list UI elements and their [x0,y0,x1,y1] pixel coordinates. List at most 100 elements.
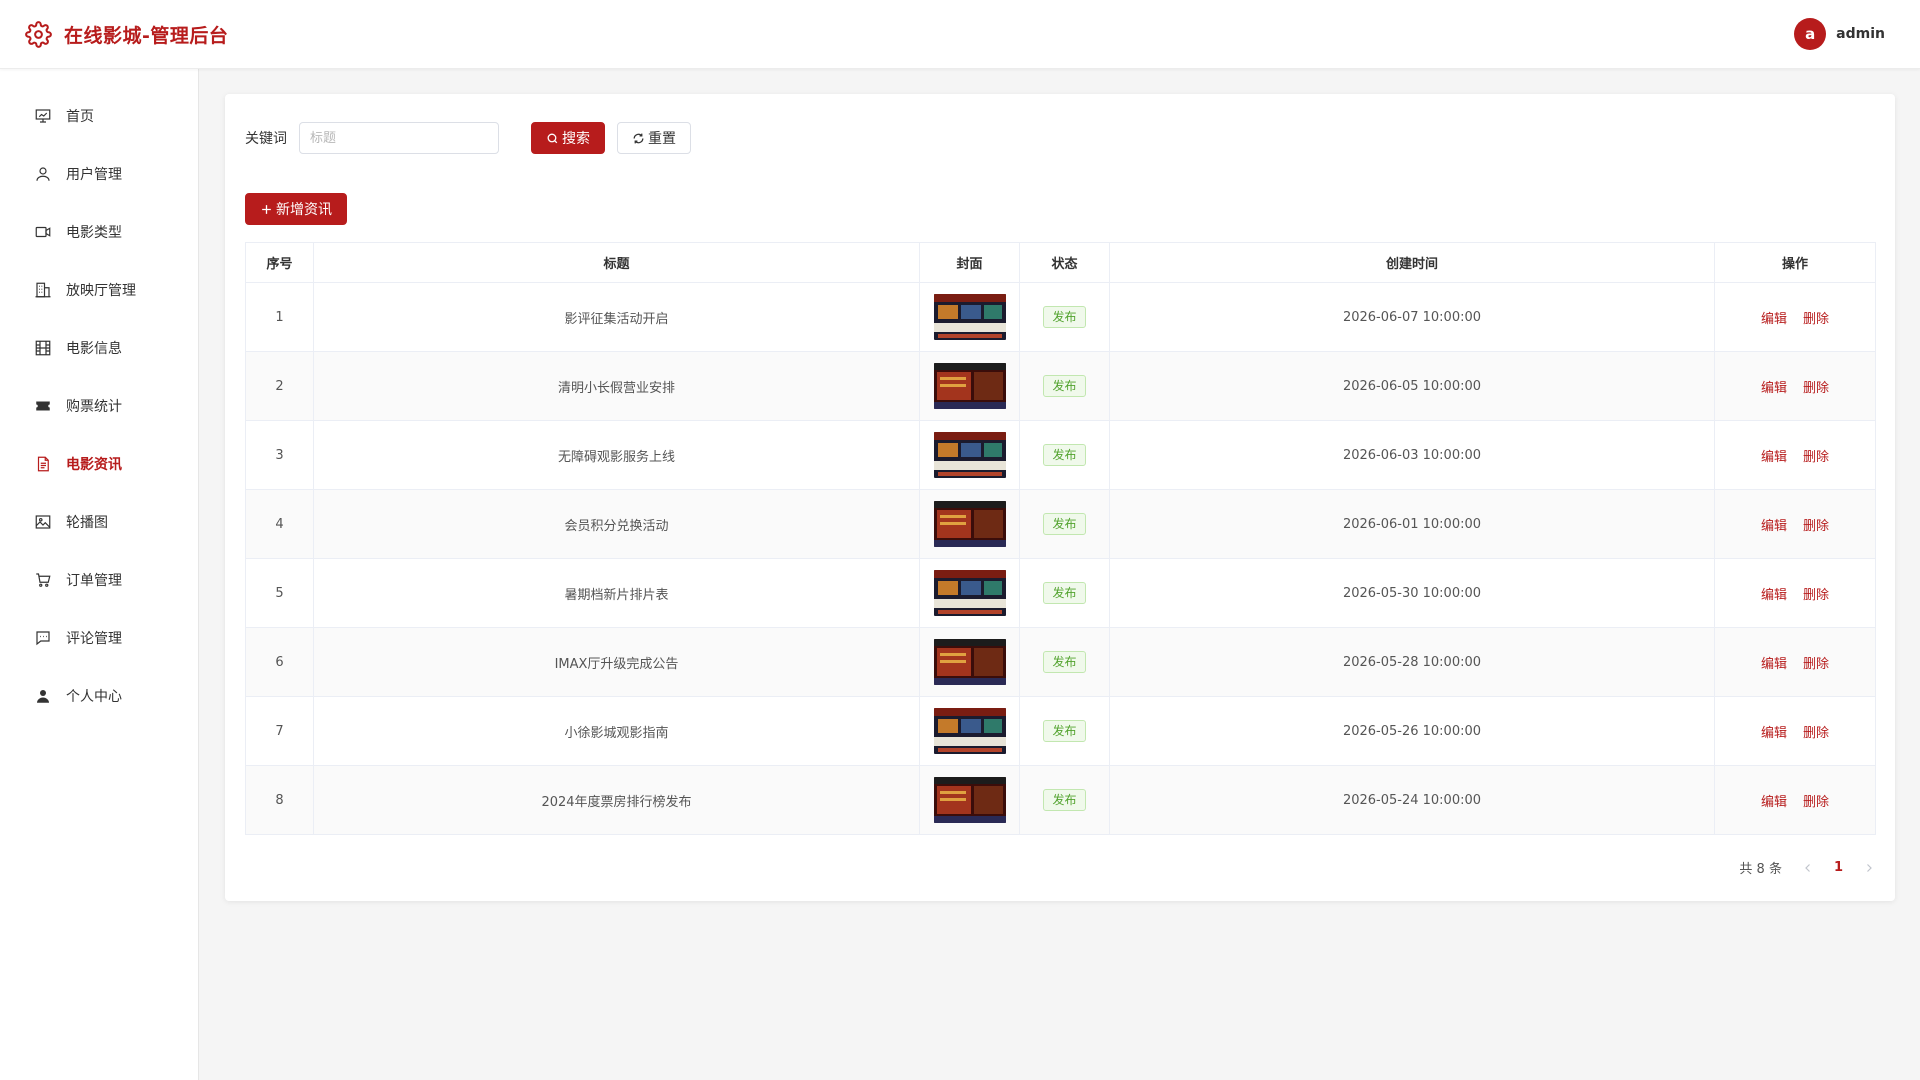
sidebar-item-home[interactable]: 首页 [0,87,198,145]
row-cover [919,627,1020,697]
row-index: 3 [245,420,314,490]
row-index: 2 [245,351,314,421]
row-cover [919,351,1020,421]
cover-thumbnail [933,363,1006,409]
sidebar-item-movie-types[interactable]: 电影类型 [0,203,198,261]
row-title: 影评征集活动开启 [313,282,920,352]
row-index: 5 [245,558,314,628]
delete-button[interactable]: 删除 [1803,312,1829,327]
sidebar-item-halls[interactable]: 放映厅管理 [0,261,198,319]
row-status: 发布 [1019,489,1110,559]
row-status: 发布 [1019,420,1110,490]
sidebar-item-label: 电影信息 [66,341,122,357]
sidebar-item-label: 个人中心 [66,689,122,705]
row-created-time: 2026-06-03 10:00:00 [1109,420,1715,490]
sidebar-item-label: 放映厅管理 [66,283,136,299]
sidebar-item-label: 评论管理 [66,631,122,647]
top-header: 在线影城-管理后台 a admin [0,0,1920,69]
pagination: 共 8 条 1 [1739,858,1875,877]
delete-button[interactable]: 删除 [1803,450,1829,465]
column-header: 序号 [245,242,314,283]
row-title: 会员积分兑换活动 [313,489,920,559]
row-status: 发布 [1019,765,1110,835]
sidebar-item-profile[interactable]: 个人中心 [0,667,198,725]
column-header: 创建时间 [1109,242,1715,283]
edit-button[interactable]: 编辑 [1761,381,1787,396]
sidebar-item-users[interactable]: 用户管理 [0,145,198,203]
sidebar-item-movie-news[interactable]: 电影资讯 [0,435,198,493]
user-menu[interactable]: a admin [1794,18,1895,50]
edit-button[interactable]: 编辑 [1761,726,1787,741]
edit-button[interactable]: 编辑 [1761,312,1787,327]
column-header: 标题 [313,242,920,283]
column-header: 封面 [919,242,1020,283]
table-row: 2 清明小长假营业安排 发布 2026-06-05 10:00:00 编辑 删除 [245,351,1876,421]
row-title: 小徐影城观影指南 [313,696,920,766]
edit-button[interactable]: 编辑 [1761,519,1787,534]
plus-icon [262,204,271,214]
page-number[interactable]: 1 [1834,860,1843,875]
table-row: 8 2024年度票房排行榜发布 发布 2026-05-24 10:00:00 编辑 删除 [245,765,1876,835]
row-actions: 编辑 删除 [1714,489,1876,559]
delete-button[interactable]: 删除 [1803,657,1829,672]
cover-thumbnail [933,639,1006,685]
row-cover [919,282,1020,352]
search-icon [547,133,558,143]
cover-thumbnail [933,501,1006,547]
row-actions: 编辑 删除 [1714,351,1876,421]
row-index: 1 [245,282,314,352]
gear-icon [25,20,52,48]
comment-icon [36,631,50,646]
add-news-button[interactable]: 新增资讯 [245,193,347,225]
search-button[interactable]: 搜索 [531,122,605,154]
dashboard-icon [35,109,51,123]
add-news-button-label: 新增资讯 [276,202,332,218]
film-icon [35,340,51,356]
delete-button[interactable]: 删除 [1803,381,1829,396]
edit-button[interactable]: 编辑 [1761,450,1787,465]
row-actions: 编辑 删除 [1714,420,1876,490]
status-badge: 发布 [1043,582,1086,604]
keyword-input[interactable] [299,122,499,154]
sidebar-item-label: 轮播图 [66,515,108,531]
row-created-time: 2026-06-07 10:00:00 [1109,282,1715,352]
row-status: 发布 [1019,558,1110,628]
edit-button[interactable]: 编辑 [1761,657,1787,672]
row-created-time: 2026-05-26 10:00:00 [1109,696,1715,766]
building-icon [35,282,51,298]
row-actions: 编辑 删除 [1714,558,1876,628]
delete-button[interactable]: 删除 [1803,726,1829,741]
row-status: 发布 [1019,351,1110,421]
sidebar-item-carousel[interactable]: 轮播图 [0,493,198,551]
edit-button[interactable]: 编辑 [1761,795,1787,810]
cover-thumbnail [933,777,1006,823]
delete-button[interactable]: 删除 [1803,519,1829,534]
column-header: 操作 [1714,242,1876,283]
sidebar-item-ticket-stats[interactable]: 购票统计 [0,377,198,435]
reset-button[interactable]: 重置 [617,122,691,154]
sidebar-item-movies[interactable]: 电影信息 [0,319,198,377]
cover-thumbnail [933,708,1006,754]
search-button-label: 搜索 [562,131,590,147]
content-card: 关键词 搜索 重置 新增资讯 序号 标题 封面 状态 创建时间 操作 [225,94,1895,901]
document-icon [37,456,49,472]
row-actions: 编辑 删除 [1714,696,1876,766]
chevron-right-icon[interactable] [1863,862,1875,874]
chevron-left-icon[interactable] [1802,862,1814,874]
sidebar: 首页 用户管理 电影类型 放映厅管理 电影信息 购票统计 电影资讯 轮播图 订单… [0,69,199,1080]
sidebar-item-comments[interactable]: 评论管理 [0,609,198,667]
reset-button-label: 重置 [648,131,676,147]
status-badge: 发布 [1043,444,1086,466]
edit-button[interactable]: 编辑 [1761,588,1787,603]
row-index: 8 [245,765,314,835]
table-row: 4 会员积分兑换活动 发布 2026-06-01 10:00:00 编辑 删除 [245,489,1876,559]
table-header-row: 序号 标题 封面 状态 创建时间 操作 [245,242,1876,283]
row-index: 7 [245,696,314,766]
sidebar-item-orders[interactable]: 订单管理 [0,551,198,609]
delete-button[interactable]: 删除 [1803,588,1829,603]
row-status: 发布 [1019,627,1110,697]
avatar[interactable]: a [1794,18,1827,50]
table-row: 7 小徐影城观影指南 发布 2026-05-26 10:00:00 编辑 删除 [245,696,1876,766]
delete-button[interactable]: 删除 [1803,795,1829,810]
username[interactable]: admin [1836,26,1885,42]
